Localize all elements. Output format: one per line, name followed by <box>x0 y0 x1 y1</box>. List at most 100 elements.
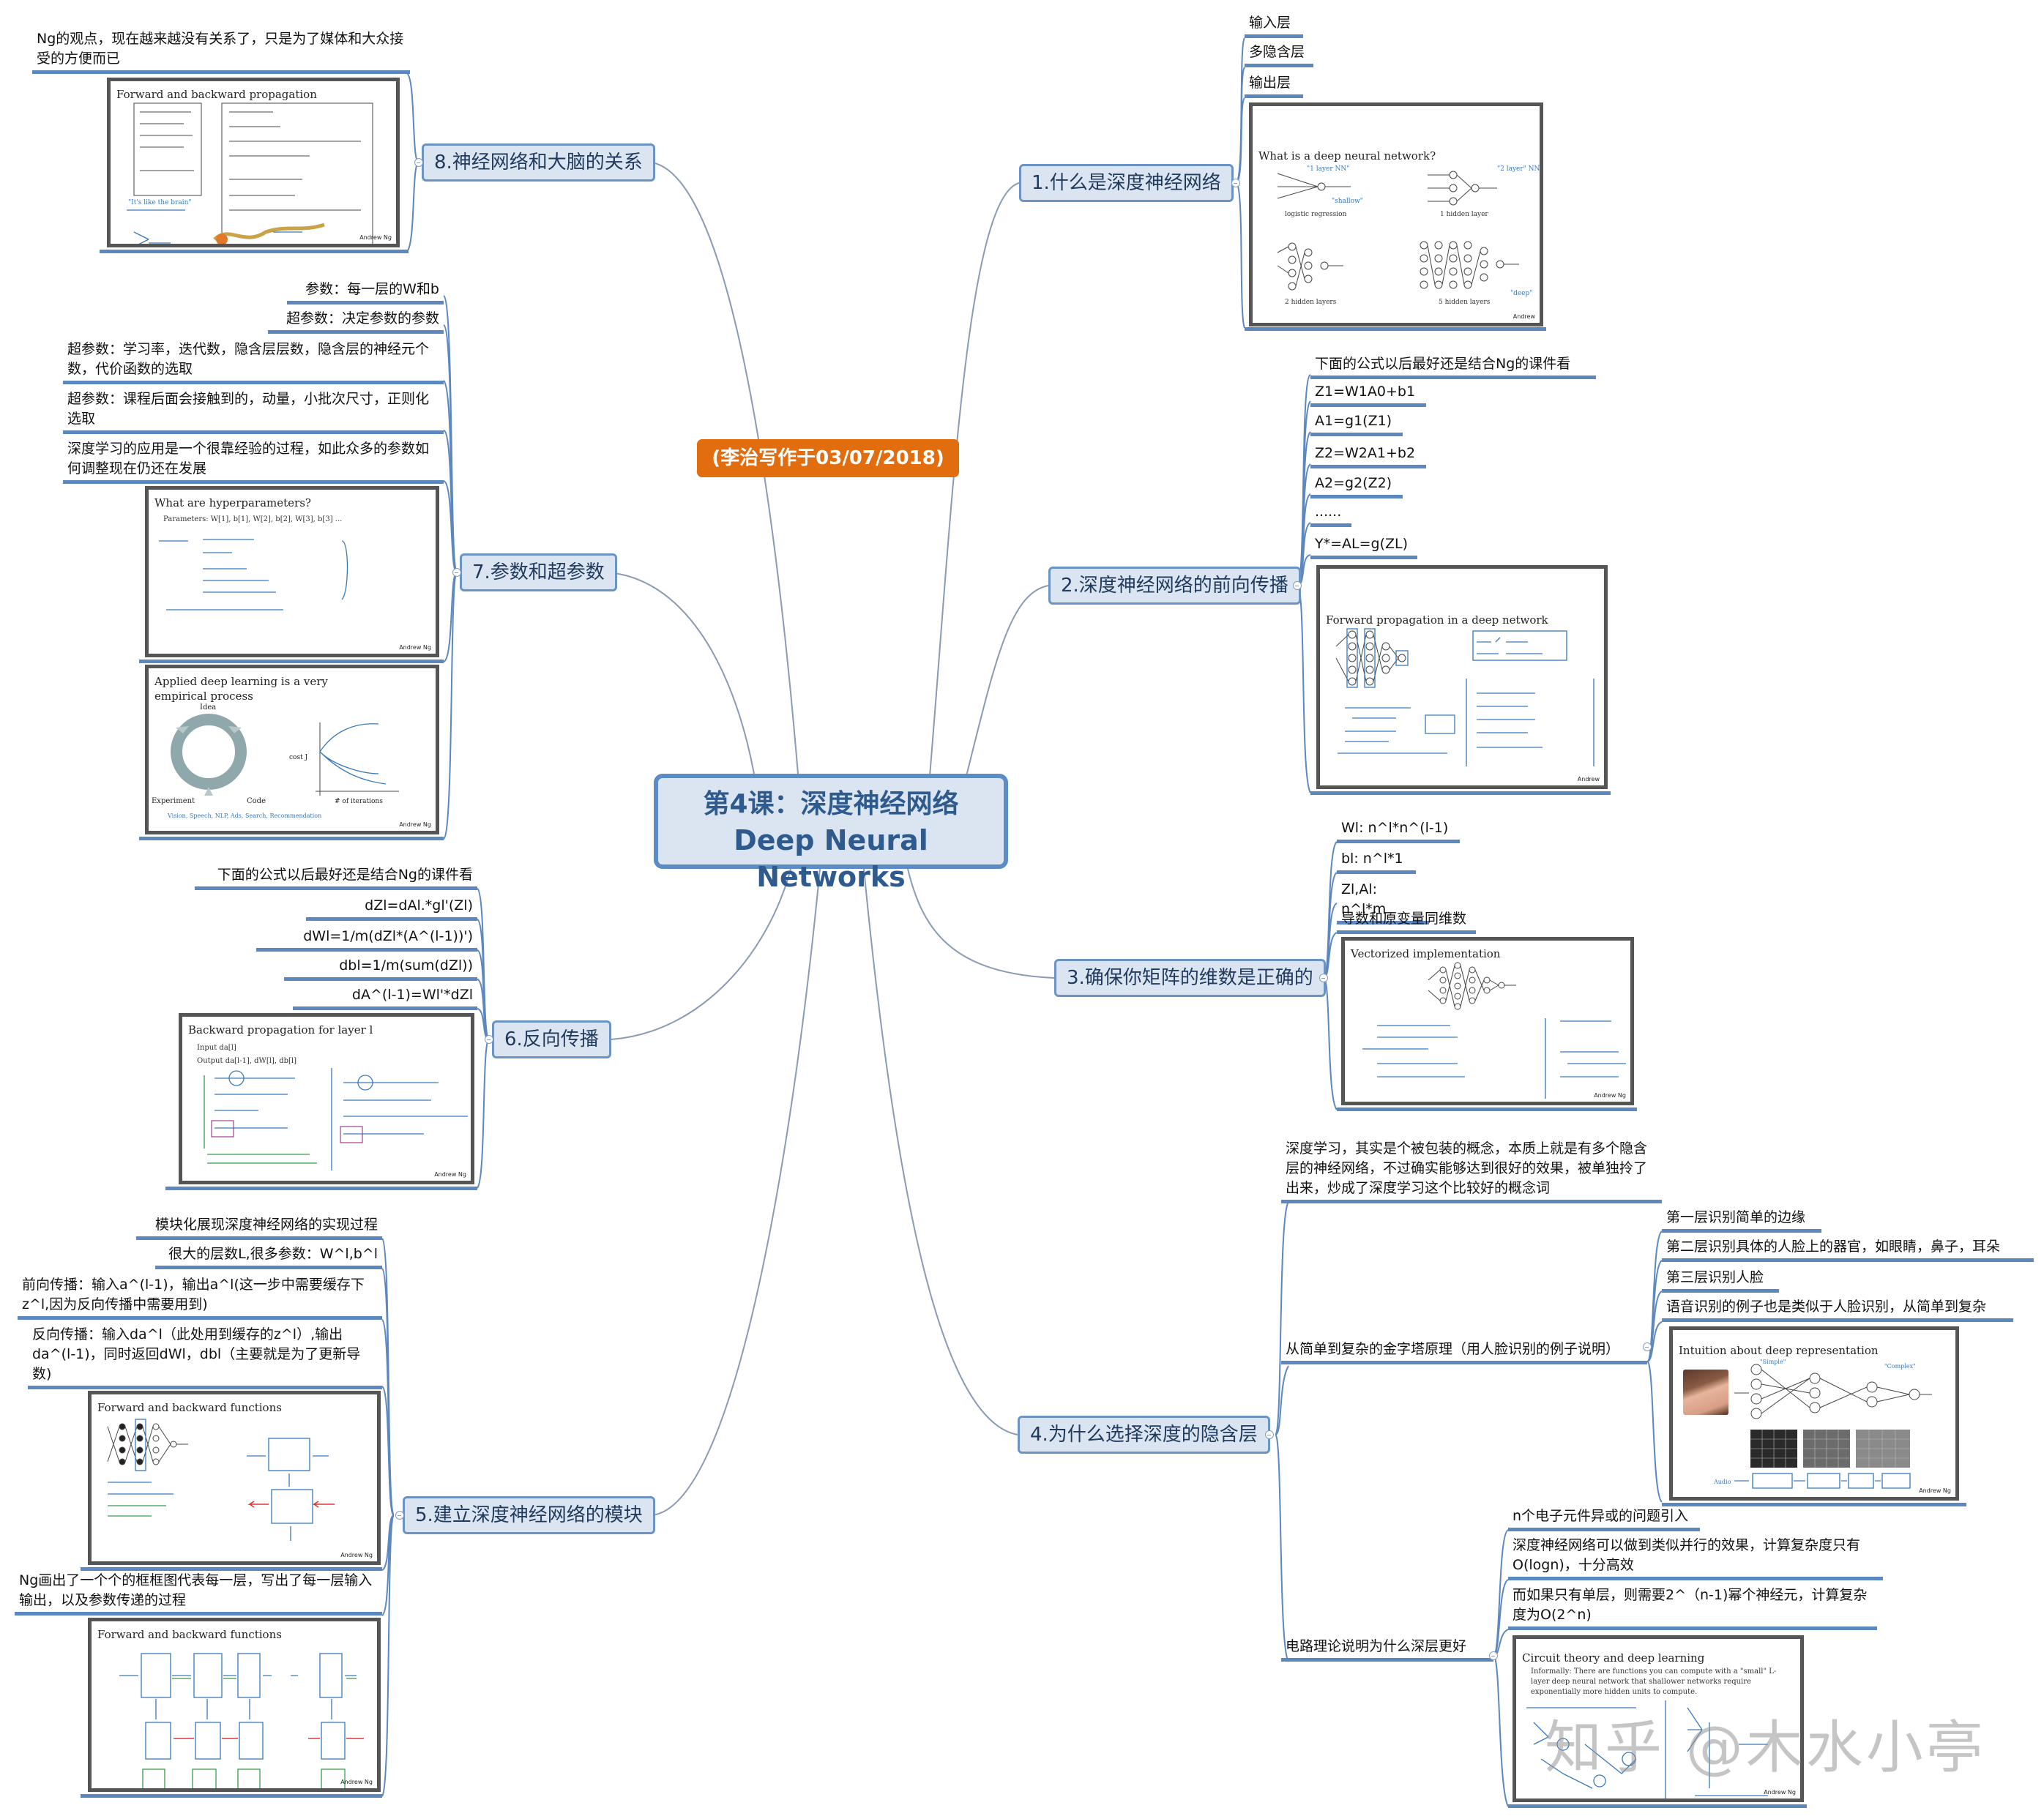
b2-leaf-a2[interactable]: A2=g2(Z2) <box>1310 474 1403 498</box>
b5-leaf-boxes[interactable]: Ng画出了一个个的框框图代表每一层，写出了每一层输入输出，以及参数传递的过程 <box>15 1571 382 1616</box>
branch-8-topic[interactable]: 8.神经网络和大脑的关系 <box>422 143 655 182</box>
collapse-toggle-icon[interactable] <box>1293 581 1302 590</box>
root-topic[interactable]: 第4课：深度神经网络 Deep Neural Networks <box>654 774 1008 893</box>
slide-empirical-process: Applied deep learning is a very empirica… <box>145 665 439 834</box>
slide-title: Applied deep learning is a very empirica… <box>154 675 328 703</box>
b5-leaf-modular[interactable]: 模块化展现深度神经网络的实现过程 <box>136 1215 382 1240</box>
branch-4-topic[interactable]: 4.为什么选择深度的隐含层 <box>1018 1416 1270 1454</box>
collapse-toggle-icon[interactable] <box>452 568 461 577</box>
slide-title: Forward and backward functions <box>97 1401 282 1414</box>
note-simple: "Simple" <box>1760 1359 1786 1365</box>
slide-params: Parameters: W[1], b[1], W[2], b[2], W[3]… <box>163 515 343 523</box>
branch-6-topic[interactable]: 6.反向传播 <box>492 1020 611 1058</box>
collapse-toggle-icon[interactable] <box>395 1511 404 1520</box>
note-1-layer: "1 layer NN" <box>1307 165 1349 173</box>
branch-1-topic[interactable]: 1.什么是深度神经网络 <box>1019 164 1234 202</box>
b4-leaf-intro[interactable]: 深度学习，其实是个被包装的概念，本质上就是有多个隐含层的神经网络，不过确实能够达… <box>1281 1139 1662 1203</box>
collapse-toggle-icon[interactable] <box>1319 974 1328 982</box>
slide-title: Intuition about deep representation <box>1679 1344 1879 1357</box>
branch-3-topic[interactable]: 3.确保你矩阵的维数是正确的 <box>1054 959 1326 997</box>
slide-text: Informally: There are functions you can … <box>1531 1667 1777 1696</box>
branch-2-topic[interactable]: 2.深度神经网络的前向传播 <box>1048 567 1301 605</box>
branch-5-topic[interactable]: 5.建立深度神经网络的模块 <box>403 1496 655 1534</box>
b7-leaf-empirical[interactable]: 深度学习的应用是一个很靠经验的过程，如此众多的参数如何调整现在仍还在发展 <box>63 439 444 484</box>
b5-leaf-backward[interactable]: 反向传播：输入da^l（此处用到缓存的z^l）,输出da^(l-1)，同时返回d… <box>28 1325 382 1389</box>
collapse-toggle-icon[interactable] <box>485 1035 493 1044</box>
pyramid-leaf-speech[interactable]: 语音识别的例子也是类似于人脸识别，从简单到复杂 <box>1662 1297 2013 1322</box>
slide-signature: Andrew Ng <box>1594 1092 1626 1099</box>
b2-leaf-a1[interactable]: A1=g1(Z1) <box>1310 411 1403 436</box>
b1-leaf-input[interactable]: 输入层 <box>1245 13 1303 38</box>
b2-leaf-note[interactable]: 下面的公式以后最好还是结合Ng的课件看 <box>1310 354 1596 379</box>
note-shallow: "shallow" <box>1332 198 1363 205</box>
layer-chain-diagram <box>119 1653 364 1788</box>
connector-b2 <box>966 585 1049 777</box>
slide-hyperparameters: What are hyperparameters? Parameters: W[… <box>145 486 439 657</box>
b4-circuit-topic[interactable]: 电路理论说明为什么深层更好 <box>1281 1637 1493 1662</box>
connector-b7 <box>607 572 755 774</box>
collapse-toggle-icon[interactable] <box>1265 1430 1274 1439</box>
slide-signature: Andrew <box>1577 776 1600 782</box>
pyramid-leaf-layer1[interactable]: 第一层识别简单的边缘 <box>1662 1208 1821 1233</box>
hyperparam-notes <box>159 539 348 610</box>
connector-b5 <box>651 868 821 1516</box>
b6-leaf-da[interactable]: dA^(l-1)=Wl'*dZl <box>293 985 477 1010</box>
b6-leaf-dw[interactable]: dWl=1/m(dZl*(A^(l-1))') <box>256 927 477 952</box>
b5-slide2-wrap: Forward and backward functions Andrew Ng <box>81 1618 382 1798</box>
forward-prop-notes <box>1335 628 1594 766</box>
b3-leaf-b-dim[interactable]: bl: n^l*1 <box>1337 849 1416 874</box>
circuit-leaf-deep[interactable]: 深度神经网络可以做到类似并行的效果，计算复杂度只有O(logn)，十分高效 <box>1508 1536 1883 1580</box>
empirical-cycle: Idea Experiment Code cost J # of iterati… <box>152 703 399 819</box>
b7-leaf-hyper-def[interactable]: 超参数：决定参数的参数 <box>268 309 444 334</box>
collapse-toggle-icon[interactable] <box>1231 179 1240 187</box>
b5-leaf-layers[interactable]: 很大的层数L,很多参数：W^l,b^l <box>155 1244 382 1269</box>
b3-leaf-derivative-dim[interactable]: 导数和原变量同维数 <box>1337 909 1476 934</box>
root-title-en: Deep Neural Networks <box>734 824 928 893</box>
pyramid-leaf-layer3[interactable]: 第三层识别人脸 <box>1662 1268 1779 1293</box>
slide-title: Forward and backward propagation <box>116 88 317 101</box>
axis-cost: cost J <box>289 754 308 761</box>
b3-leaf-w-dim[interactable]: Wl: n^l*n^(l-1) <box>1337 818 1460 843</box>
author-note[interactable]: (李治写作于03/07/2018) <box>697 439 959 477</box>
slide-title: Forward and backward functions <box>97 1628 282 1641</box>
b7-leaf-params[interactable]: 参数：每一层的W和b <box>287 280 444 305</box>
slide-backward-prop: Backward propagation for layer l Input d… <box>179 1013 474 1184</box>
b2-leaf-z1[interactable]: Z1=W1A0+b1 <box>1310 382 1426 407</box>
slide-input: Input da[l] <box>197 1044 236 1052</box>
collapse-toggle-icon[interactable] <box>1489 1651 1498 1660</box>
b1-slide-what-is-dnn: What is a deep neural network? logistic … <box>1249 102 1543 326</box>
axis-iterations: # of iterations <box>335 798 383 805</box>
collapse-toggle-icon[interactable] <box>414 158 423 167</box>
label-5-hidden: 5 hidden layers <box>1439 299 1491 306</box>
b5-slide1-wrap: Forward and backward functions Andrew Ng <box>81 1391 382 1571</box>
b7-leaf-hyper-list[interactable]: 超参数：学习率，迭代数，隐含层层数，隐含层的神经元个数，代价函数的选取 <box>63 340 444 384</box>
circuit-leaf-shallow[interactable]: 而如果只有单层，则需要2^（n-1)幂个神经元，计算复杂度为O(2^n) <box>1508 1585 1877 1630</box>
b6-leaf-db[interactable]: dbl=1/m(sum(dZl)) <box>284 956 477 981</box>
slide-output: Output da[l-1], dW[l], db[l] <box>197 1057 297 1065</box>
label-logistic: logistic regression <box>1285 211 1347 218</box>
b2-leaf-ellipsis[interactable]: ...... <box>1310 502 1351 527</box>
pyramid-leaf-layer2[interactable]: 第二层识别具体的人脸上的器官，如眼睛，鼻子，耳朵 <box>1662 1237 2034 1262</box>
b3-slide-wrap: Vectorized implementation Andrew Ng <box>1337 937 1637 1111</box>
slide-title: Vectorized implementation <box>1351 947 1501 960</box>
b3-slide-vectorized: Vectorized implementation Andrew Ng <box>1341 937 1634 1105</box>
b4-pyramid-topic[interactable]: 从简单到复杂的金字塔原理（用人脸识别的例子说明） <box>1281 1340 1647 1364</box>
b7-leaf-hyper-later[interactable]: 超参数：课程后面会接触到的，动量，小批次尺寸，正则化选取 <box>63 389 444 434</box>
circuit-leaf-xor[interactable]: n个电子元件异或的问题引入 <box>1508 1506 1700 1531</box>
slide-signature: Andrew Ng <box>1919 1487 1951 1494</box>
b1-leaf-output[interactable]: 输出层 <box>1245 73 1303 98</box>
b7-slide2-wrap: Applied deep learning is a very empirica… <box>139 665 444 840</box>
b1-slide-wrap: What is a deep neural network? logistic … <box>1245 102 1546 331</box>
note-deep: "deep" <box>1510 290 1532 297</box>
b7-slide1-wrap: What are hyperparameters? Parameters: W[… <box>139 486 444 663</box>
b6-leaf-note[interactable]: 下面的公式以后最好还是结合Ng的课件看 <box>195 865 477 890</box>
branch-7-topic[interactable]: 7.参数和超参数 <box>460 553 617 591</box>
b8-leaf-opinion[interactable]: Ng的观点，现在越来越没有关系了，只是为了媒体和大众接受的方便而已 <box>32 29 410 74</box>
b5-leaf-forward[interactable]: 前向传播：输入a^(l-1)，输出a^l(这一步中需要缓存下z^l,因为反向传播… <box>18 1275 382 1320</box>
b2-leaf-z2[interactable]: Z2=W2A1+b2 <box>1310 444 1426 468</box>
b6-leaf-dz[interactable]: dZl=dAl.*gl'(Zl) <box>306 896 477 921</box>
collapse-toggle-icon[interactable] <box>1643 1342 1652 1351</box>
cycle-code: Code <box>247 797 266 805</box>
b1-leaf-hidden[interactable]: 多隐含层 <box>1245 42 1313 67</box>
b2-leaf-output[interactable]: Y*=AL=g(ZL) <box>1310 534 1417 559</box>
